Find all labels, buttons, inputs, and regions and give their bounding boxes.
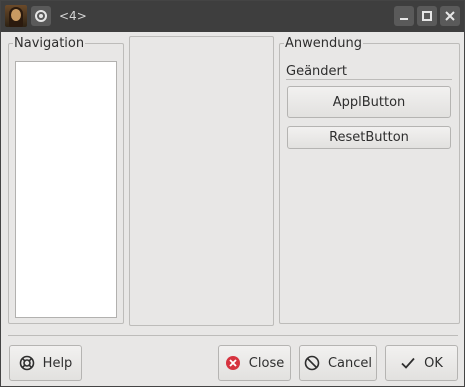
changed-separator xyxy=(286,79,452,80)
cancel-button[interactable]: Cancel xyxy=(299,345,377,381)
button-bar-separator xyxy=(8,335,458,336)
dialog-window: <4> Navigation Anwendung Geändert ApplBu… xyxy=(0,0,465,387)
minimize-icon[interactable] xyxy=(394,6,414,26)
checkmark-icon xyxy=(400,355,416,371)
window-title: <4> xyxy=(59,9,87,23)
ok-button[interactable]: OK xyxy=(385,345,458,381)
application-group-title: Anwendung xyxy=(284,36,363,51)
navigation-group: Navigation xyxy=(8,36,124,324)
close-circle-icon xyxy=(225,355,241,371)
apply-button[interactable]: ApplButton xyxy=(287,86,451,118)
close-button-label: Close xyxy=(248,355,285,371)
ok-button-label: OK xyxy=(424,355,443,371)
changed-label: Geändert xyxy=(286,64,347,79)
lifebuoy-icon xyxy=(19,355,35,371)
navigation-group-title: Navigation xyxy=(13,36,86,51)
close-window-icon[interactable] xyxy=(440,6,460,26)
application-group: Anwendung Geändert ApplButton ResetButto… xyxy=(279,36,460,324)
maximize-icon[interactable] xyxy=(417,6,437,26)
pin-icon[interactable] xyxy=(31,6,51,26)
navigation-list[interactable] xyxy=(15,61,117,318)
cancel-button-label: Cancel xyxy=(327,355,373,371)
reset-button[interactable]: ResetButton xyxy=(287,126,451,149)
help-button-label: Help xyxy=(42,355,73,371)
close-button[interactable]: Close xyxy=(218,345,291,381)
app-icon[interactable] xyxy=(5,5,27,27)
help-button[interactable]: Help xyxy=(9,345,82,381)
title-bar[interactable]: <4> xyxy=(1,1,464,32)
content-panel xyxy=(129,36,274,326)
cancel-icon xyxy=(304,355,320,371)
